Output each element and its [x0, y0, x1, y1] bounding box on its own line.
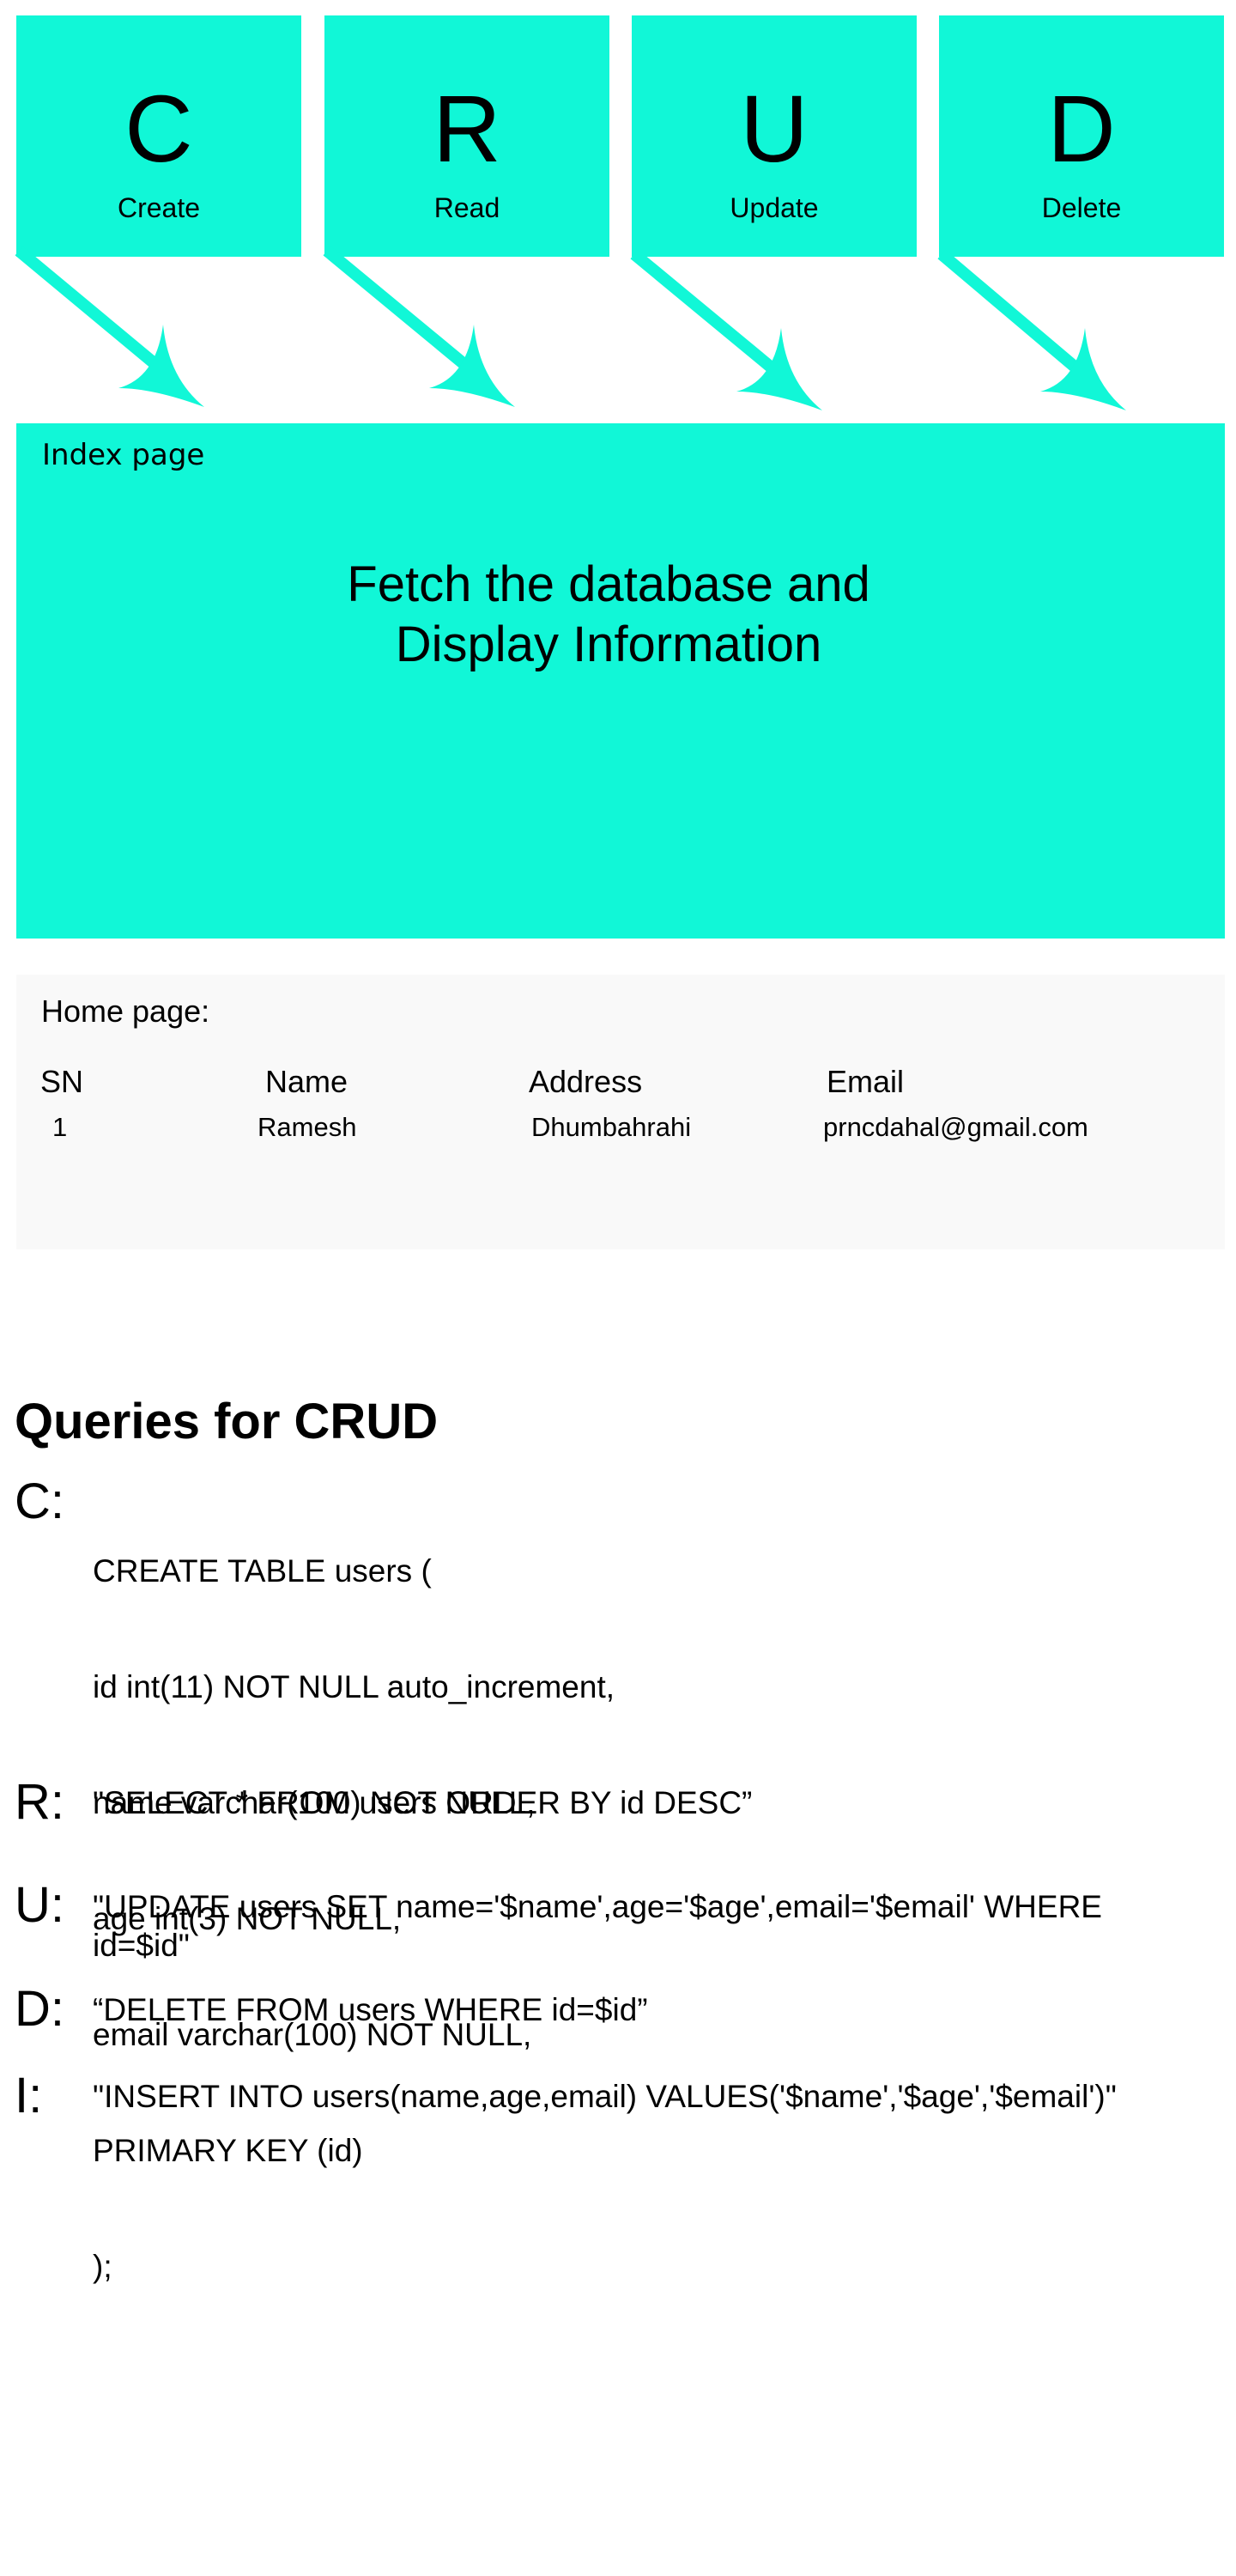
- column-header-email: Email: [827, 1064, 905, 1099]
- column-header-sn: SN: [40, 1064, 84, 1099]
- index-description-line-1: Fetch the database and: [347, 556, 870, 612]
- index-page-panel: Index page Fetch the database and Displa…: [16, 423, 1225, 939]
- home-page-title: Home page:: [41, 993, 210, 1029]
- arrow-update: [630, 249, 822, 410]
- update-query-letter: U:: [15, 1877, 64, 1933]
- create-query-line: );: [93, 2249, 112, 2284]
- arrow-delete: [937, 249, 1126, 410]
- create-query-letter: C:: [15, 1473, 64, 1529]
- home-page-panel: Home page: SN Name Address Email 1 Rames…: [16, 975, 1225, 1249]
- arrow-create: [15, 246, 204, 407]
- cell-sn: 1: [52, 1112, 68, 1142]
- insert-query-letter: I:: [15, 2068, 43, 2123]
- column-header-name: Name: [265, 1064, 348, 1099]
- read-query-letter: R:: [15, 1774, 64, 1830]
- update-query: "UPDATE users SET name='$name',age='$age…: [93, 1889, 1102, 1963]
- index-description-line-2: Display Information: [395, 617, 822, 672]
- delete-query: “DELETE FROM users WHERE id=$id”: [93, 1992, 648, 2027]
- delete-query-letter: D:: [15, 1981, 64, 2037]
- index-page-label: Index page: [42, 438, 205, 472]
- cell-email: prncdahal@gmail.com: [823, 1112, 1088, 1142]
- cell-name: Ramesh: [258, 1112, 357, 1142]
- create-query-line: id int(11) NOT NULL auto_increment,: [93, 1669, 615, 1704]
- read-query: "SELECT * FROM users ORDER BY id DESC”: [93, 1785, 753, 1820]
- flow-arrows: [15, 246, 1126, 410]
- cell-address: Dhumbahrahi: [531, 1112, 692, 1142]
- arrow-read: [323, 246, 515, 407]
- column-header-address: Address: [529, 1064, 643, 1099]
- insert-query: "INSERT INTO users(name,age,email) VALUE…: [93, 2079, 1117, 2114]
- create-query-line: CREATE TABLE users (: [93, 1553, 432, 1589]
- create-query-line: PRIMARY KEY (id): [93, 2133, 363, 2168]
- index-page-description: Fetch the database and Display Informati…: [145, 555, 1072, 675]
- queries-title: Queries for CRUD: [15, 1394, 439, 1449]
